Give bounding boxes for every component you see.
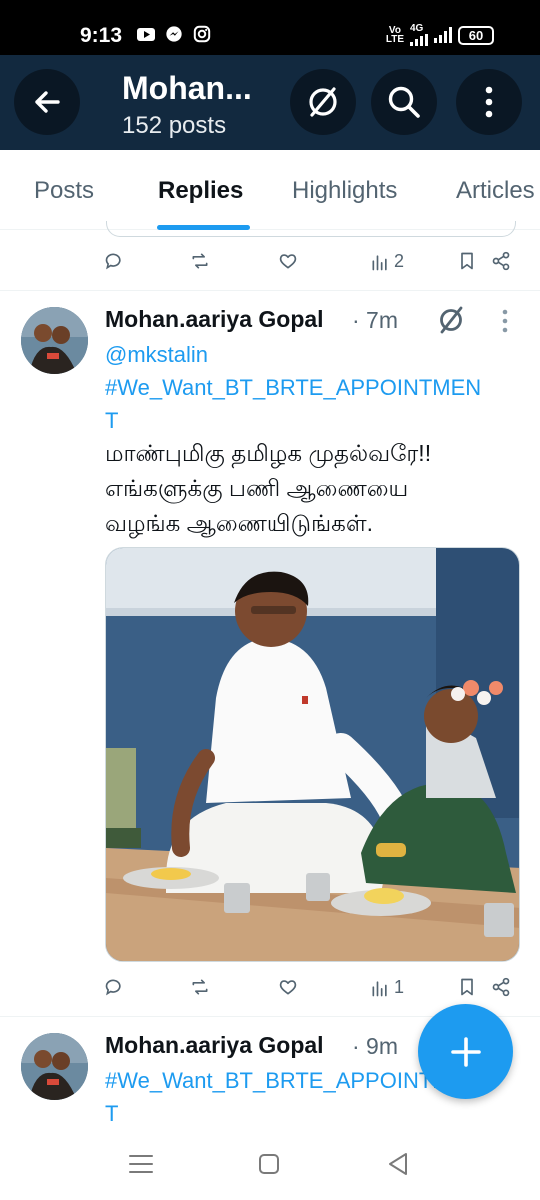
plus-icon [450, 1036, 481, 1067]
like-button[interactable] [278, 251, 298, 271]
share-button[interactable] [491, 251, 511, 271]
reply-button[interactable] [104, 251, 124, 271]
search-icon [388, 86, 420, 118]
volte-indicator: Vo LTE [385, 25, 404, 45]
views-count: 2 [394, 251, 405, 271]
network-label: 4G [410, 23, 424, 34]
post-text-line2: எங்களுக்கு பணி ஆணையை [105, 475, 409, 501]
reply-icon [105, 253, 121, 270]
profile-tabs: Posts Replies Highlights Articles [0, 150, 540, 230]
battery-indicator: 60 [458, 25, 494, 45]
bookmark-icon [461, 978, 473, 996]
menu-lines-icon [129, 1155, 153, 1173]
post-divider [0, 290, 540, 291]
back-button[interactable] [14, 69, 80, 135]
previous-post-actions: 2 [0, 251, 540, 281]
views-chart-icon [372, 980, 387, 996]
instagram-icon [192, 25, 212, 43]
system-nav-bar [0, 1125, 540, 1200]
share-icon [492, 977, 510, 997]
views-chart-icon [372, 254, 387, 270]
grok-button[interactable] [290, 69, 356, 135]
reply-icon [105, 979, 121, 996]
post-text-line3: வழங்க ஆணையிடுங்கள். [105, 510, 374, 536]
post-image[interactable] [105, 547, 520, 962]
messenger-icon [164, 25, 184, 43]
profile-name: Mohan... [122, 70, 252, 106]
post-timestamp: · 7m [352, 307, 398, 333]
share-button[interactable] [491, 977, 511, 997]
system-back-button[interactable] [386, 1151, 410, 1182]
repost-button[interactable] [190, 251, 210, 271]
bookmark-button[interactable] [457, 251, 477, 271]
post-more-button[interactable] [500, 309, 510, 338]
post-text-line1: மாண்புமிகு தமிழக முதல்வரே!! [105, 440, 432, 466]
grok-post-button[interactable] [436, 304, 466, 341]
tab-articles[interactable]: Articles [456, 177, 535, 205]
repost-icon [192, 979, 208, 995]
hashtag-link[interactable]: #We_Want_BT_BRTE_APPOINTMEN [105, 371, 481, 404]
status-bar: 9:13 Vo LTE 4G 60 [0, 0, 540, 55]
tab-replies[interactable]: Replies [158, 177, 243, 205]
post-count: 152 posts [122, 112, 227, 139]
like-button[interactable] [278, 977, 298, 997]
triangle-back-icon [389, 1153, 407, 1175]
more-vert-icon [502, 309, 508, 333]
back-arrow-icon [35, 91, 60, 113]
post-author-name[interactable]: Mohan.aariya Gopal [105, 1032, 324, 1059]
post-actions: 1 [0, 977, 540, 1007]
repost-icon [192, 253, 208, 269]
profile-header: Mohan... 152 posts [0, 55, 540, 150]
search-button[interactable] [371, 69, 437, 135]
bookmark-button[interactable] [457, 977, 477, 997]
tab-highlights[interactable]: Highlights [292, 177, 397, 205]
views-button[interactable]: 1 [370, 977, 404, 998]
more-options-button[interactable] [456, 69, 522, 135]
views-button[interactable]: 2 [370, 251, 404, 272]
home-button[interactable] [257, 1152, 281, 1181]
avatar[interactable] [21, 307, 88, 374]
no-signal-icon [440, 306, 463, 334]
post-timestamp: · 9m [352, 1033, 398, 1059]
views-count: 1 [394, 977, 405, 997]
square-icon [259, 1154, 279, 1174]
more-vert-icon [485, 86, 493, 118]
avatar[interactable] [21, 1033, 88, 1100]
signal-icon [410, 34, 428, 46]
heart-icon [279, 980, 297, 995]
hashtag-link-continued[interactable]: T [105, 404, 118, 437]
youtube-icon [136, 25, 156, 43]
heart-icon [279, 254, 297, 269]
status-time: 9:13 [80, 24, 123, 47]
previous-post-card [106, 221, 516, 237]
repost-button[interactable] [190, 977, 210, 997]
no-signal-icon [309, 87, 337, 117]
reply-button[interactable] [104, 977, 124, 997]
post-author-name[interactable]: Mohan.aariya Gopal [105, 306, 324, 333]
share-icon [492, 251, 510, 271]
tab-posts[interactable]: Posts [34, 177, 94, 205]
signal-icon-2 [434, 27, 452, 43]
mention-link[interactable]: @mkstalin [105, 338, 208, 371]
recent-apps-button[interactable] [128, 1153, 154, 1180]
compose-button[interactable] [418, 1004, 513, 1099]
bookmark-icon [461, 252, 473, 270]
